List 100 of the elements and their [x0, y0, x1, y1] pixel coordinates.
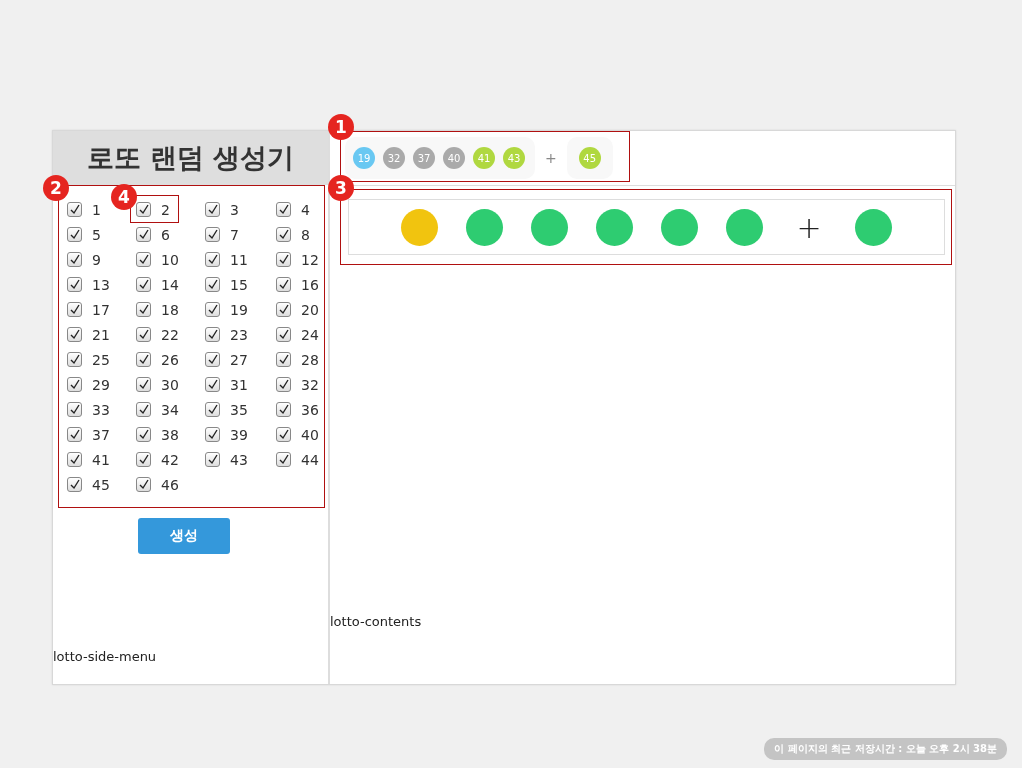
number-label: 2	[161, 201, 170, 218]
checkbox[interactable]	[136, 252, 151, 267]
number-label: 1	[92, 201, 101, 218]
checkbox[interactable]	[205, 427, 220, 442]
number-label: 15	[230, 276, 248, 293]
number-label: 39	[230, 426, 248, 443]
checkbox[interactable]	[205, 452, 220, 467]
checkbox[interactable]	[205, 227, 220, 242]
checkbox[interactable]	[276, 377, 291, 392]
checkbox[interactable]	[136, 427, 151, 442]
checkbox[interactable]	[67, 202, 82, 217]
checkbox[interactable]	[67, 302, 82, 317]
checkbox[interactable]	[67, 352, 82, 367]
number-label: 21	[92, 326, 110, 343]
checkbox[interactable]	[205, 402, 220, 417]
number-label: 32	[301, 376, 319, 393]
number-label: 42	[161, 451, 179, 468]
number-label: 29	[92, 376, 110, 393]
checkbox[interactable]	[136, 352, 151, 367]
checkbox[interactable]	[136, 377, 151, 392]
number-label: 11	[230, 251, 248, 268]
checkbox[interactable]	[276, 452, 291, 467]
number-ball: 40	[443, 147, 465, 169]
checkbox[interactable]	[136, 302, 151, 317]
number-ball: 37	[413, 147, 435, 169]
plus-sign: +	[795, 209, 823, 245]
number-ball: 43	[503, 147, 525, 169]
checkbox[interactable]	[136, 452, 151, 467]
bonus-ball: 45	[578, 147, 601, 169]
number-label: 3	[230, 201, 239, 218]
number-label: 44	[301, 451, 319, 468]
number-label: 28	[301, 351, 319, 368]
number-label: 43	[230, 451, 248, 468]
number-label: 8	[301, 226, 310, 243]
checkbox[interactable]	[276, 327, 291, 342]
number-label: 40	[301, 426, 319, 443]
number-label: 45	[92, 476, 110, 493]
number-ball: 32	[383, 147, 405, 169]
checkbox[interactable]	[276, 227, 291, 242]
number-label: 23	[230, 326, 248, 343]
checkbox[interactable]	[67, 277, 82, 292]
number-label: 14	[161, 276, 179, 293]
checkbox[interactable]	[136, 402, 151, 417]
number-label: 35	[230, 401, 248, 418]
number-label: 20	[301, 301, 319, 318]
number-label: 17	[92, 301, 110, 318]
checkbox[interactable]	[205, 277, 220, 292]
number-ball: 19	[353, 147, 375, 169]
number-label: 26	[161, 351, 179, 368]
checkbox[interactable]	[136, 202, 151, 217]
number-label: 34	[161, 401, 179, 418]
number-label: 12	[301, 251, 319, 268]
checkbox[interactable]	[67, 452, 82, 467]
number-label: 4	[301, 201, 310, 218]
checkbox[interactable]	[205, 377, 220, 392]
checkbox[interactable]	[136, 327, 151, 342]
number-label: 9	[92, 251, 101, 268]
number-label: 5	[92, 226, 101, 243]
checkbox[interactable]	[205, 202, 220, 217]
checkbox[interactable]	[276, 352, 291, 367]
number-label: 10	[161, 251, 179, 268]
checkbox[interactable]	[67, 477, 82, 492]
checkbox[interactable]	[67, 252, 82, 267]
number-label: 13	[92, 276, 110, 293]
checkbox[interactable]	[205, 252, 220, 267]
checkbox[interactable]	[67, 427, 82, 442]
number-ball: 41	[473, 147, 495, 169]
number-label: 18	[161, 301, 179, 318]
checkbox[interactable]	[136, 477, 151, 492]
number-label: 19	[230, 301, 248, 318]
checkbox[interactable]	[276, 427, 291, 442]
number-label: 37	[92, 426, 110, 443]
checkbox[interactable]	[136, 277, 151, 292]
generate-button[interactable]: 생성	[137, 518, 230, 554]
annotation-marker: 1	[328, 114, 354, 140]
number-label: 6	[161, 226, 170, 243]
checkbox[interactable]	[276, 202, 291, 217]
number-label: 41	[92, 451, 110, 468]
number-label: 46	[161, 476, 179, 493]
checkbox[interactable]	[67, 327, 82, 342]
number-label: 7	[230, 226, 239, 243]
checkbox[interactable]	[205, 327, 220, 342]
checkbox[interactable]	[276, 252, 291, 267]
checkbox[interactable]	[276, 302, 291, 317]
save-time-notice: 이 페이지의 최근 저장시간 : 오늘 오후 2시 38분	[764, 738, 1007, 760]
checkbox[interactable]	[276, 402, 291, 417]
checkbox[interactable]	[205, 302, 220, 317]
checkbox[interactable]	[136, 227, 151, 242]
number-label: 16	[301, 276, 319, 293]
number-label: 27	[230, 351, 248, 368]
number-label: 30	[161, 376, 179, 393]
number-label: 36	[301, 401, 319, 418]
checkbox[interactable]	[67, 227, 82, 242]
section-caption: lotto-contents	[330, 614, 423, 629]
checkbox[interactable]	[276, 277, 291, 292]
checkbox[interactable]	[205, 352, 220, 367]
checkbox[interactable]	[67, 402, 82, 417]
number-label: 24	[301, 326, 319, 343]
checkbox[interactable]	[67, 377, 82, 392]
section-caption: lotto-side-menu	[53, 649, 158, 664]
